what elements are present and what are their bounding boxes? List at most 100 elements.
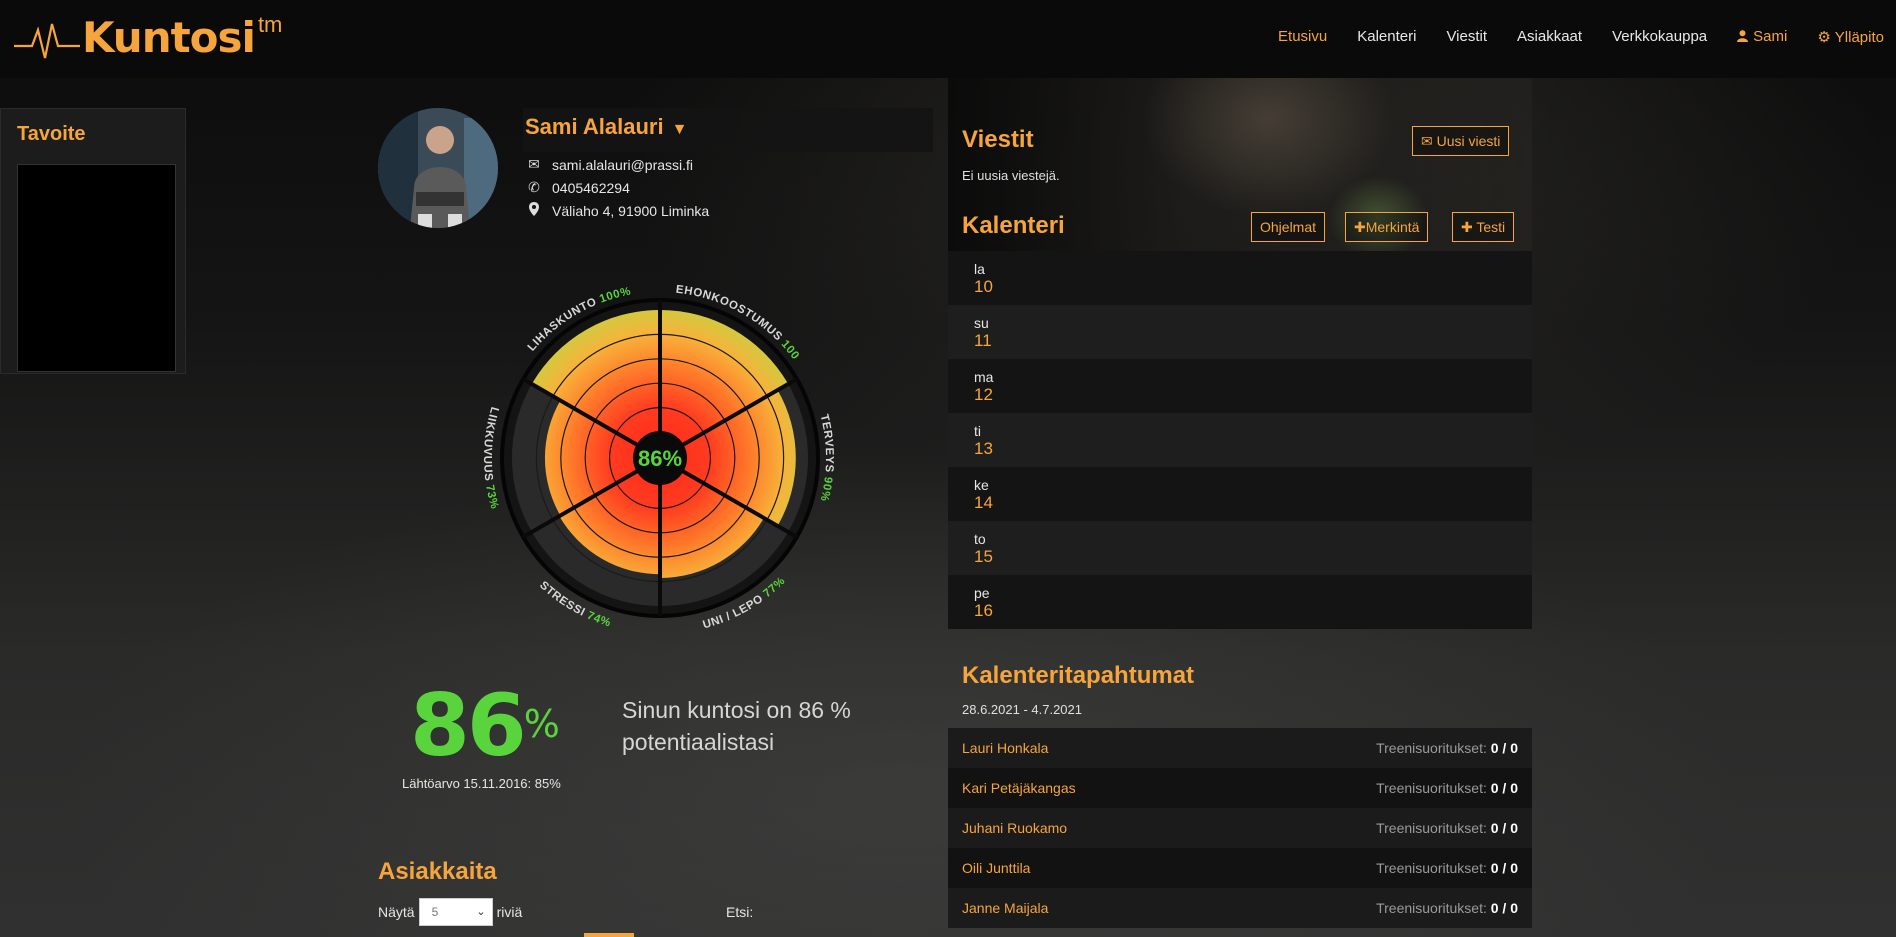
calendar-events-title: Kalenteritapahtumat [962,662,1195,689]
day-number: 10 [974,277,993,296]
list-item: Juhani Ruokamo Treenisuoritukset: 0 / 0 [948,808,1532,848]
list-item: Kari Petäjäkangas Treenisuoritukset: 0 / … [948,768,1532,808]
day-name: su [974,315,989,331]
rows-select[interactable]: 5 ⌄ [418,898,493,926]
wheel-segment-label: LIIKKUVUUS 73% [481,405,500,510]
day-name: to [974,531,986,547]
score-value: 86 [410,676,527,776]
day-name: ti [974,423,981,439]
calendar-list: la 10 su 11 ma 12 ti 13 ke 14 to 15 pe 16 [948,251,1532,629]
nav-etusivu[interactable]: Etusivu [1278,28,1327,46]
calendar-day[interactable]: pe 16 [948,575,1532,629]
events-list: Lauri Honkala Treenisuoritukset: 0 / 0 Ka… [948,728,1532,928]
calendar-day[interactable]: to 15 [948,521,1532,575]
workout-count: Treenisuoritukset: 0 / 0 [1376,780,1518,796]
rows-select-value: 5 [431,905,439,919]
nav-admin[interactable]: ⚙ Ylläpito [1817,28,1884,46]
workout-count-value: 0 / 0 [1490,900,1518,916]
profile-name-dropdown[interactable]: Sami Alalauri ▼ [525,114,687,140]
messages-empty-text: Ei uusia viestejä. [962,168,1060,183]
messages-title: Viestit [962,126,1034,153]
day-name: la [974,261,985,277]
nav-admin-label: Ylläpito [1834,29,1884,46]
chevron-down-icon: ⌄ [476,906,486,918]
client-name-link[interactable]: Kari Petäjäkangas [962,780,1076,796]
show-label: Näytä [378,904,415,920]
wheel-label-pct: 74% [585,610,612,630]
brand-tm: tm [257,12,283,37]
goal-title: Tavoite [17,123,86,145]
list-item: Oili Junttila Treenisuoritukset: 0 / 0 [948,848,1532,888]
profile-name: Sami Alalauri [525,114,664,139]
nav-asiakkaat[interactable]: Asiakkaat [1517,28,1582,46]
workout-count-value: 0 / 0 [1490,780,1518,796]
calendar-day[interactable]: ma 12 [948,359,1532,413]
workout-label: Treenisuoritukset: [1376,780,1487,796]
add-entry-button[interactable]: ✚Merkintä [1345,212,1429,242]
day-name: ke [974,477,989,493]
nav-viestit[interactable]: Viestit [1446,28,1487,46]
heartbeat-icon [14,23,80,59]
workout-count: Treenisuoritukset: 0 / 0 [1376,860,1518,876]
add-test-button[interactable]: ✚ Testi [1452,212,1515,242]
baseline-value: Lähtöarvo 15.11.2016: 85% [402,776,561,791]
plus-icon: ✚ [1461,219,1477,235]
events-date-range: 28.6.2021 - 4.7.2021 [962,702,1082,717]
profile-email: sami.alalauri@prassi.fi [552,156,694,173]
customers-title: Asiakkaita [378,858,497,885]
add-entry-label: Merkintä [1365,219,1420,235]
potential-text: Sinun kuntosi on 86 % potentiaalistasi [622,697,851,755]
add-test-label: Testi [1476,219,1506,235]
rows-per-page-control: Näytä 5 ⌄ riviä [378,898,522,926]
phone-icon: ✆ [528,179,540,195]
day-number: 15 [974,547,993,566]
envelope-icon: ✉ [528,156,540,172]
search-label: Etsi: [726,904,754,920]
calendar-day[interactable]: ke 14 [948,467,1532,521]
day-name: pe [974,585,990,601]
nav-user-menu[interactable]: Sami [1737,28,1787,46]
score-unit: % [523,702,560,746]
workout-count: Treenisuoritukset: 0 / 0 [1376,820,1518,836]
calendar-day[interactable]: su 11 [948,305,1532,359]
fitness-wheel-chart: 86%KEHONKOOSTUMUS 100%TERVEYS 90%UNI / L… [420,228,836,631]
profile-address: Väliaho 4, 91900 Liminka [552,202,710,219]
client-name-link[interactable]: Janne Maijala [962,900,1048,916]
workout-count-value: 0 / 0 [1490,860,1518,876]
wheel-label-pct: 73% [483,484,500,511]
wheel-label-pct: 90% [818,476,834,503]
rows-label: riviä [496,904,523,920]
table-header-strip [584,933,634,937]
goal-textarea[interactable] [17,164,176,372]
list-item: Janne Maijala Treenisuoritukset: 0 / 0 [948,888,1532,928]
caret-down-icon: ▼ [671,121,688,138]
goal-panel: Tavoite [0,108,186,374]
gear-icon: ⚙ [1817,29,1831,46]
client-name-link[interactable]: Juhani Ruokamo [962,820,1067,836]
nav-user-label: Sami [1753,28,1788,45]
nav-verkkokauppa[interactable]: Verkkokauppa [1612,28,1707,46]
nav-kalenteri[interactable]: Kalenteri [1357,28,1416,46]
day-number: 12 [974,385,993,404]
score-value-block: 86% [410,676,560,776]
wheel-segment-label: TERVEYS 90% [818,413,836,503]
new-message-button[interactable]: ✉ Uusi viesti [1412,126,1510,156]
programs-button[interactable]: Ohjelmat [1251,212,1326,242]
main-nav: Etusivu Kalenteri Viestit Asiakkaat Verk… [1278,28,1884,46]
brand-name: Kuntosi [82,13,256,62]
envelope-icon: ✉ [1421,133,1437,149]
wheel-label-text: LIIKKUVUUS [481,405,500,486]
logo[interactable]: Kuntosi tm [14,14,282,64]
day-number: 11 [974,331,992,350]
calendar-title: Kalenteri [962,212,1065,239]
client-name-link[interactable]: Oili Junttila [962,860,1030,876]
workout-count-value: 0 / 0 [1490,820,1518,836]
workout-label: Treenisuoritukset: [1376,900,1487,916]
wheel-center-value: 86% [638,446,682,471]
profile-phone: 0405462294 [552,179,630,196]
client-name-link[interactable]: Lauri Honkala [962,740,1048,756]
calendar-day[interactable]: ti 13 [948,413,1532,467]
day-number: 13 [974,439,993,458]
calendar-day[interactable]: la 10 [948,251,1532,305]
workout-label: Treenisuoritukset: [1376,860,1487,876]
